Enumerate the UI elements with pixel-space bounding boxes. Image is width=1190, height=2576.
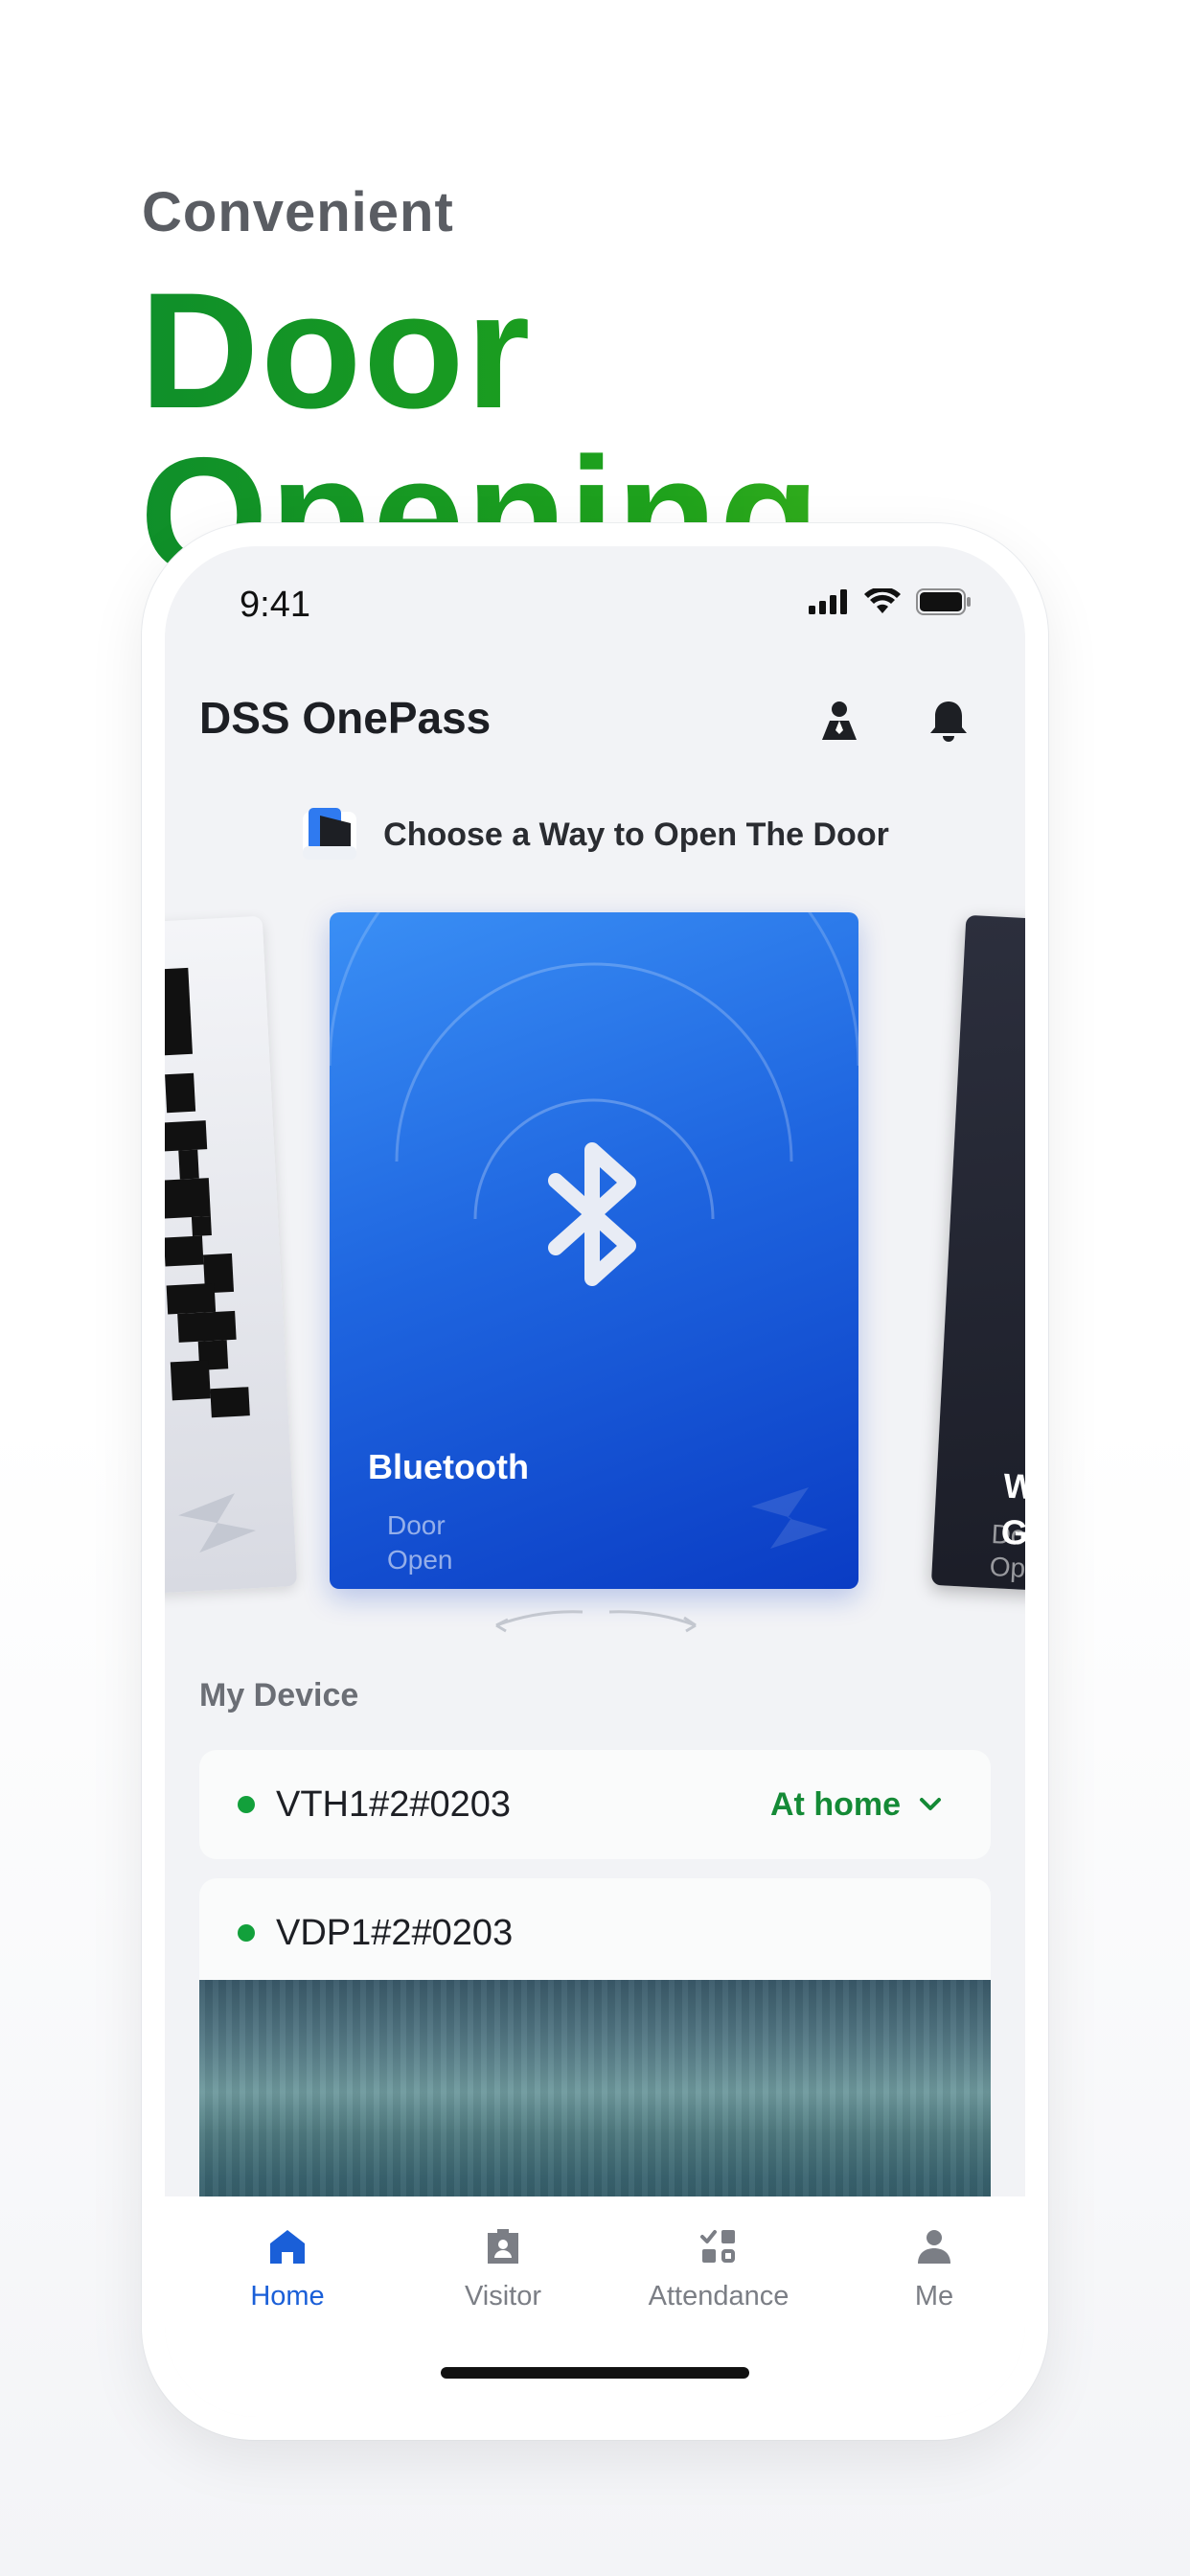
tab-attendance[interactable]: Attendance	[623, 2225, 814, 2340]
bluetooth-card-sub-1: Door	[387, 1510, 446, 1540]
attendance-icon	[700, 2230, 735, 2263]
bluetooth-card-sub-2: Open	[387, 1545, 453, 1575]
choose-door-method: Choose a Way to Open The Door	[165, 801, 1025, 868]
device-status-dropdown[interactable]: At home	[770, 1750, 943, 1859]
tab-visitor[interactable]: Visitor	[407, 2225, 599, 2340]
wechat-card-sub-2: Ope	[989, 1551, 1025, 1584]
bluetooth-card[interactable]: Bluetooth Door Open	[330, 912, 858, 1589]
bluetooth-card-title: Bluetooth	[368, 1447, 529, 1486]
chevron-down-icon	[920, 1798, 941, 1810]
tab-label: Visitor	[464, 2281, 542, 2312]
app-header: DSS OnePass	[165, 652, 1025, 786]
device-card-vdp[interactable]: VDP1#2#0203	[199, 1878, 991, 1988]
home-indicator[interactable]	[441, 2367, 749, 2379]
my-device-heading: My Device	[199, 1677, 359, 1714]
tab-label: Attendance	[648, 2281, 790, 2312]
phone-frame: 9:41 DSS OnePass Choose a Way to Open Th…	[142, 523, 1048, 2440]
device-card-vth[interactable]: VTH1#2#0203 At home	[199, 1750, 991, 1859]
bottom-tab-bar: Home Visitor Attendance Me	[165, 2196, 1025, 2417]
wechat-card-title-1: We	[1002, 1465, 1025, 1508]
tab-label: Me	[914, 2281, 954, 2312]
status-icons	[809, 588, 972, 615]
door-method-carousel[interactable]: Bluetooth Door Open We Ga Do Ope	[165, 891, 1025, 1600]
app-title: DSS OnePass	[199, 693, 492, 743]
battery-icon	[916, 588, 971, 615]
home-icon	[270, 2230, 305, 2264]
device-row: VDP1#2#0203	[199, 1878, 991, 1988]
tab-label: Home	[250, 2281, 325, 2312]
online-dot	[238, 1924, 255, 1942]
wifi-icon	[864, 588, 901, 613]
tab-home[interactable]: Home	[192, 2225, 383, 2340]
wechat-card-sub-1: Do	[990, 1519, 1025, 1551]
visitor-icon	[488, 2229, 518, 2264]
swipe-hint-icon	[495, 1610, 697, 1633]
hero-subtitle: Convenient	[142, 181, 454, 243]
live-video-preview[interactable]	[199, 1980, 991, 2229]
door-icon	[303, 808, 357, 860]
device-name: VDP1#2#0203	[276, 1912, 514, 1953]
phone-screen: 9:41 DSS OnePass Choose a Way to Open Th…	[165, 546, 1025, 2417]
contacts-icon[interactable]	[812, 694, 866, 748]
signal-icon	[809, 589, 847, 614]
qr-code-icon	[165, 967, 257, 1553]
person-icon	[918, 2230, 950, 2264]
device-name: VTH1#2#0203	[276, 1783, 512, 1825]
bluetooth-icon	[548, 1142, 636, 1286]
bell-icon[interactable]	[922, 694, 975, 748]
online-dot	[238, 1796, 255, 1813]
device-status-label: At home	[770, 1785, 901, 1823]
status-bar: 9:41	[165, 546, 1025, 652]
wechat-card[interactable]: We Ga Do Ope	[930, 914, 1025, 1597]
qr-code-card[interactable]	[165, 915, 298, 1596]
choose-door-label: Choose a Way to Open The Door	[383, 816, 889, 853]
status-time: 9:41	[240, 585, 310, 625]
tab-me[interactable]: Me	[838, 2225, 1025, 2340]
